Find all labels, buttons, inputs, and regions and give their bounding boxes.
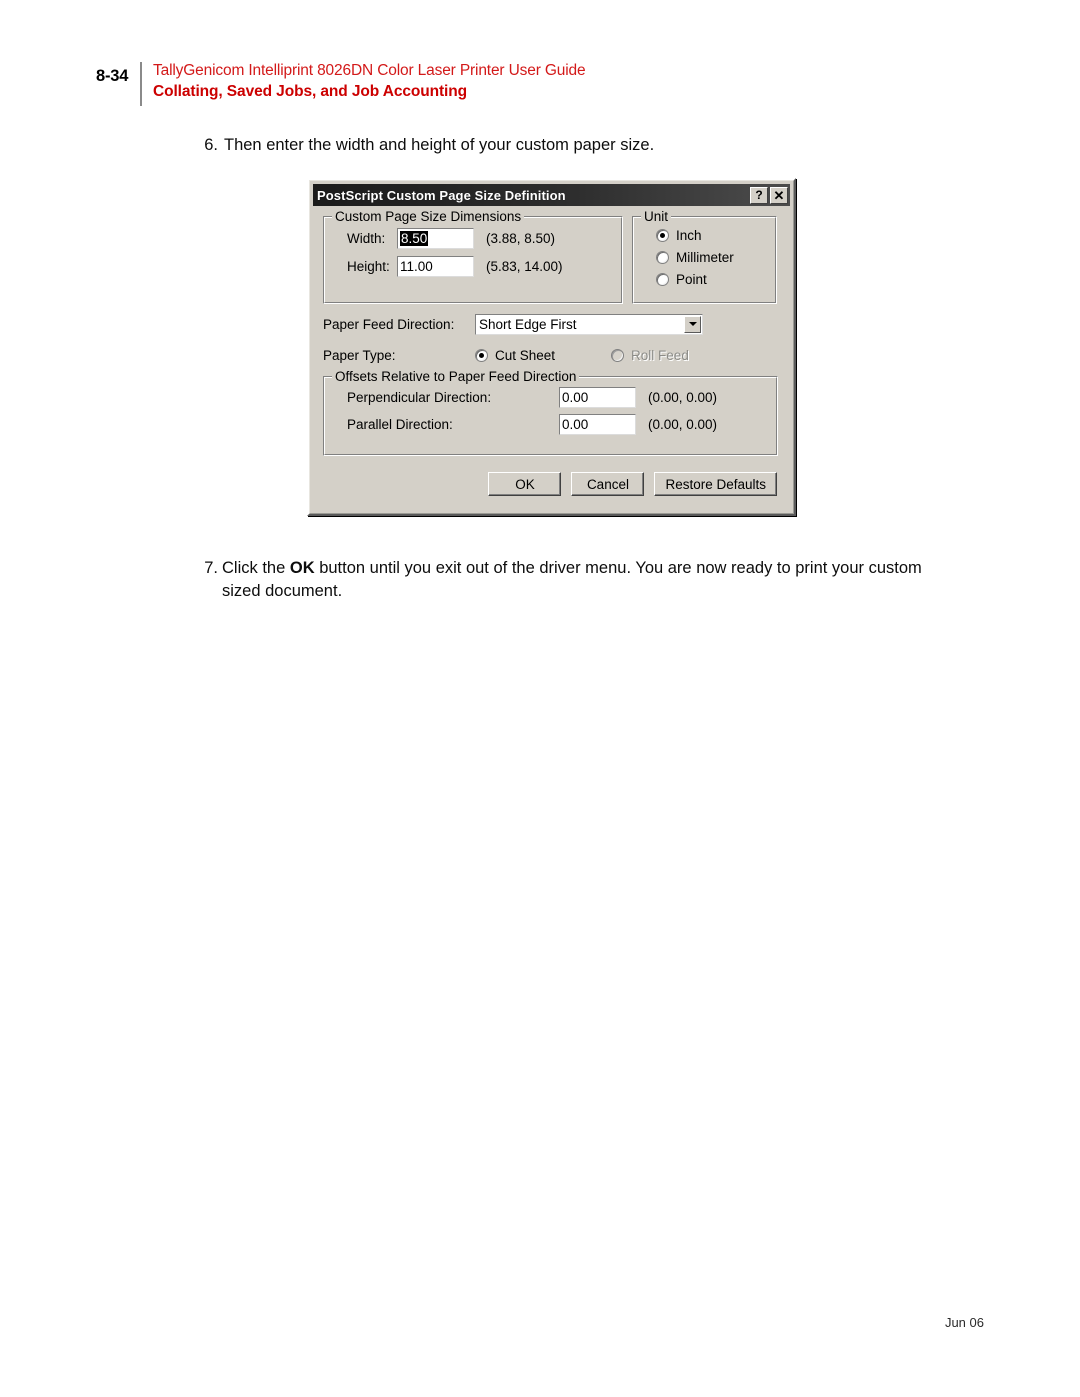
header-text-block: TallyGenicom Intelliprint 8026DN Color L… (153, 60, 586, 103)
step-7-number: 7. (204, 559, 218, 577)
perpendicular-direction-label: Perpendicular Direction: (347, 390, 492, 405)
height-input-value: 11.00 (400, 259, 433, 274)
perpendicular-direction-value: 0.00 (562, 390, 589, 405)
paper-feed-direction-row: Paper Feed Direction: Short Edge First (323, 313, 780, 335)
height-range-hint: (5.83, 14.00) (486, 259, 563, 274)
page-header: 8-34 TallyGenicom Intelliprint 8026DN Co… (96, 60, 996, 112)
width-input-value: 8.50 (400, 231, 429, 246)
step-6-text: Then enter the width and height of your … (224, 136, 655, 154)
step-7-text: Click the OK button until you exit out o… (222, 557, 924, 603)
unit-groupbox-inner: Unit Inch Millimeter Point (633, 209, 776, 303)
paper-type-option-roll-feed: Roll Feed (611, 348, 689, 363)
dimensions-groupbox: Custom Page Size Dimensions Width: 8.50 … (323, 209, 623, 304)
guide-title: TallyGenicom Intelliprint 8026DN Color L… (153, 62, 586, 79)
footer-date: Jun 06 (944, 1315, 984, 1330)
radio-icon (656, 251, 669, 264)
dialog-inner-frame: PostScript Custom Page Size Definition ?… (309, 180, 794, 514)
parallel-range-hint: (0.00, 0.00) (648, 417, 718, 432)
perpendicular-range-hint: (0.00, 0.00) (648, 390, 718, 405)
paper-feed-direction-select[interactable]: Short Edge First (475, 313, 703, 335)
unit-groupbox-legend: Unit (641, 209, 672, 224)
paper-type-option-cut-sheet[interactable]: Cut Sheet (475, 348, 555, 363)
step-6-number: 6. (204, 136, 218, 154)
step-7-bold-word: OK (289, 559, 315, 577)
ok-button[interactable]: OK (488, 472, 562, 496)
dimensions-groupbox-legend: Custom Page Size Dimensions (332, 209, 525, 224)
step-7: 7. Click the OK button until you exit ou… (194, 557, 924, 603)
parallel-direction-label: Parallel Direction: (347, 417, 453, 432)
page-number: 8-34 (96, 67, 129, 85)
parallel-direction-value: 0.00 (562, 417, 589, 432)
paper-feed-direction-label: Paper Feed Direction: (323, 316, 455, 332)
height-label: Height: (347, 259, 390, 274)
radio-icon (656, 273, 669, 286)
paper-type-label: Paper Type: (323, 347, 396, 363)
restore-defaults-button[interactable]: Restore Defaults (654, 472, 777, 496)
dialog-title: PostScript Custom Page Size Definition (317, 187, 566, 203)
dialog-titlebar[interactable]: PostScript Custom Page Size Definition ?… (313, 184, 790, 206)
height-field-row: Height: 11.00 (5.83, 14.00) (333, 256, 613, 277)
help-icon[interactable]: ? (750, 186, 768, 204)
chapter-subtitle: Collating, Saved Jobs, and Job Accountin… (153, 83, 467, 100)
radio-icon (475, 348, 488, 362)
paper-type-option-cut-sheet-label: Cut Sheet (495, 347, 556, 363)
paper-type-options: Cut Sheet Roll Feed (475, 348, 689, 363)
header-divider-rule (140, 62, 142, 106)
unit-option-millimeter-label: Millimeter (676, 250, 734, 265)
offsets-groupbox-legend: Offsets Relative to Paper Feed Direction (332, 369, 580, 384)
step-7-text-after: button until you exit out of the driver … (222, 559, 922, 600)
unit-option-inch-label: Inch (676, 228, 702, 243)
unit-groupbox: Unit Inch Millimeter Point (632, 209, 777, 304)
paper-type-option-roll-feed-label: Roll Feed (631, 347, 689, 363)
radio-icon (611, 348, 625, 362)
cancel-button[interactable]: Cancel (571, 472, 645, 496)
offsets-groupbox-inner: Offsets Relative to Paper Feed Direction… (324, 369, 777, 455)
paper-type-row: Paper Type: Cut Sheet Roll Feed (323, 344, 780, 366)
top-groups-row: Custom Page Size Dimensions Width: 8.50 … (323, 209, 780, 304)
page-footer: Jun 06 (0, 1315, 1080, 1330)
dialog-button-row: OK Cancel Restore Defaults (323, 472, 780, 500)
close-icon[interactable]: ✕ (770, 186, 788, 204)
parallel-direction-row: Parallel Direction: 0.00 (0.00, 0.00) (333, 414, 768, 435)
chevron-down-icon[interactable] (684, 315, 701, 333)
postscript-custom-page-size-dialog-wrapper: PostScript Custom Page Size Definition ?… (307, 178, 796, 516)
unit-option-point-label: Point (676, 272, 707, 287)
parallel-direction-input[interactable]: 0.00 (559, 414, 636, 435)
dialog-body: Custom Page Size Dimensions Width: 8.50 … (313, 206, 790, 510)
width-field-row: Width: 8.50 (3.88, 8.50) (333, 228, 613, 249)
offsets-groupbox: Offsets Relative to Paper Feed Direction… (323, 369, 778, 456)
postscript-custom-page-size-dialog[interactable]: PostScript Custom Page Size Definition ?… (307, 178, 796, 516)
unit-option-point[interactable]: Point (642, 272, 767, 287)
unit-option-millimeter[interactable]: Millimeter (642, 250, 767, 265)
width-range-hint: (3.88, 8.50) (486, 231, 556, 246)
unit-option-inch[interactable]: Inch (642, 228, 767, 243)
radio-icon (656, 229, 669, 242)
step-6: 6. Then enter the width and height of yo… (194, 134, 954, 157)
step-7-text-before: Click the (222, 559, 290, 577)
dimensions-groupbox-inner: Custom Page Size Dimensions Width: 8.50 … (324, 209, 622, 303)
height-input[interactable]: 11.00 (397, 256, 474, 277)
perpendicular-direction-row: Perpendicular Direction: 0.00 (0.00, 0.0… (333, 387, 768, 408)
perpendicular-direction-input[interactable]: 0.00 (559, 387, 636, 408)
paper-feed-direction-value: Short Edge First (479, 316, 577, 332)
width-label: Width: (347, 231, 386, 246)
width-input[interactable]: 8.50 (397, 228, 474, 249)
